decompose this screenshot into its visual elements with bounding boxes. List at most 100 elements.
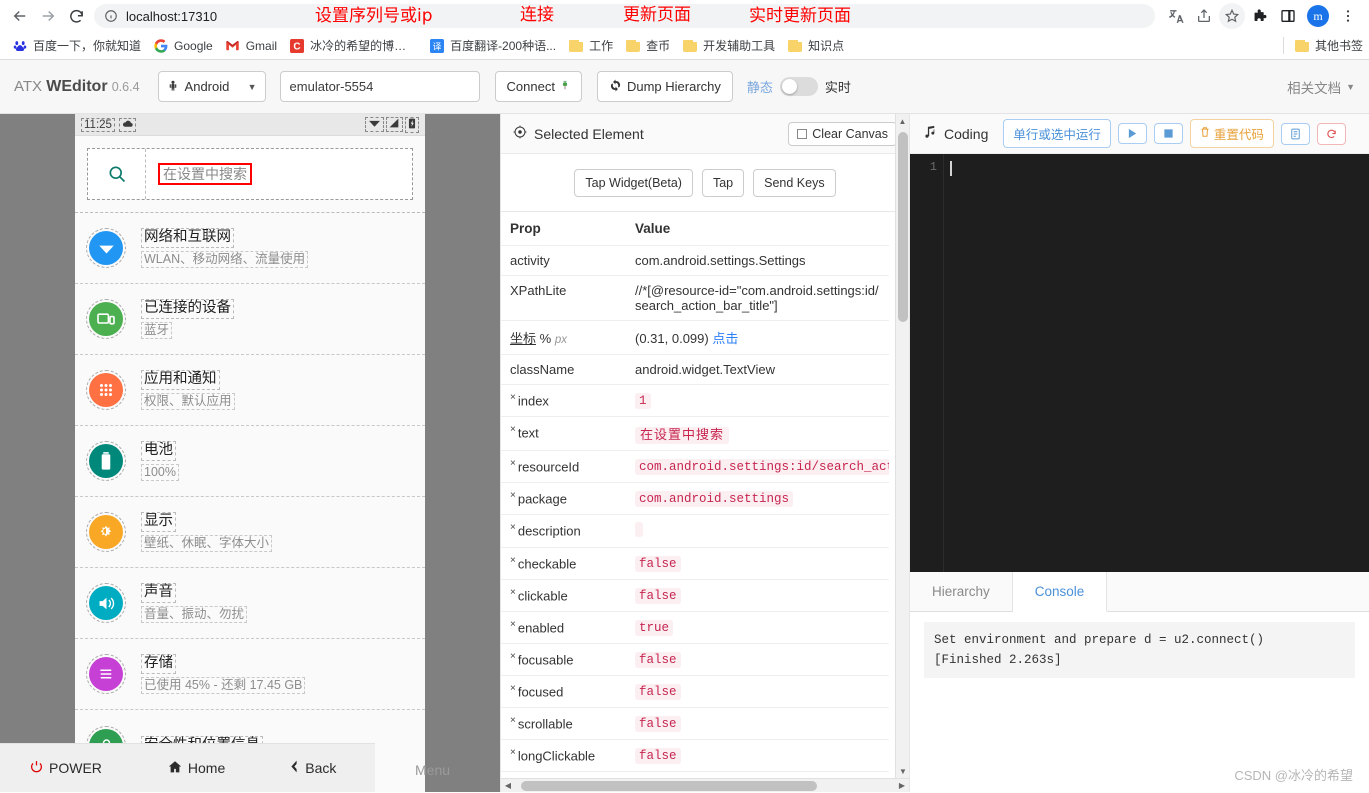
mode-toggle-switch[interactable] [780, 77, 818, 96]
table-row[interactable]: ×description [501, 515, 889, 548]
run-selection-button[interactable]: 单行或选中运行 [1003, 119, 1111, 148]
clear-canvas-checkbox[interactable] [797, 129, 807, 139]
properties-vertical-scrollbar[interactable]: ▲ ▼ [895, 114, 909, 778]
bookmark-folder[interactable]: 知识点 [781, 35, 850, 56]
prop-value: com.android.settings:id/search_action_ [626, 451, 889, 483]
prop-key: ×enabled [501, 612, 626, 644]
vertical-scroll-thumb[interactable] [898, 132, 908, 322]
copy-icon[interactable] [1281, 123, 1310, 145]
table-row[interactable]: 坐标 % px (0.31, 0.099) 点击 [501, 321, 889, 355]
settings-search-bar[interactable]: 在设置中搜索 [87, 148, 413, 200]
dump-hierarchy-button[interactable]: Dump Hierarchy [597, 71, 733, 102]
tab-console[interactable]: Console [1013, 572, 1108, 612]
cloud-icon [119, 118, 136, 132]
sidepanel-icon[interactable] [1275, 3, 1301, 29]
table-row[interactable]: ×focused false [501, 676, 889, 708]
share-icon[interactable] [1191, 3, 1217, 29]
clear-canvas-button[interactable]: Clear Canvas [788, 122, 897, 146]
translate-icon[interactable] [1163, 3, 1189, 29]
bookmark-item[interactable]: Google [147, 36, 219, 56]
other-bookmarks-button[interactable]: 其他书签 [1283, 37, 1363, 54]
bookmark-folder[interactable]: 查币 [619, 35, 676, 56]
home-button[interactable]: Home [168, 760, 225, 776]
bookmark-item[interactable]: C 冰冷的希望的博客_... [283, 35, 423, 56]
table-row[interactable]: ×scrollable false [501, 708, 889, 740]
table-row[interactable]: ×text 在设置中搜索 [501, 417, 889, 451]
platform-select[interactable]: Android ▼ [158, 71, 266, 102]
connect-button[interactable]: Connect [495, 71, 582, 102]
prop-key: ×resourceId [501, 451, 626, 483]
console-panel: Set environment and prepare d = u2.conne… [910, 612, 1369, 792]
table-row[interactable]: ×package com.android.settings [501, 483, 889, 515]
settings-row-apps[interactable]: 应用和通知 权限、默认应用 [75, 355, 425, 426]
table-row[interactable]: XPathLite //*[@resource-id="com.android.… [501, 276, 889, 321]
settings-row-storage[interactable]: 存储 已使用 45% - 还剩 17.45 GB [75, 639, 425, 710]
info-circle-icon[interactable] [104, 9, 118, 23]
mode-toggle-group[interactable]: 静态 实时 [747, 77, 851, 96]
power-button[interactable]: POWER [30, 760, 102, 776]
coord-click-link[interactable]: 点击 [712, 331, 738, 346]
table-row[interactable]: ×enabled true [501, 612, 889, 644]
bookmark-folder[interactable]: 工作 [562, 35, 619, 56]
reload-icon[interactable] [1317, 123, 1346, 145]
settings-row-connected-devices[interactable]: 已连接的设备 蓝牙 [75, 284, 425, 355]
menu-button[interactable]: Menu [415, 762, 450, 778]
three-dots-vertical-icon[interactable] [1335, 3, 1361, 29]
scroll-up-arrow[interactable]: ▲ [896, 114, 909, 128]
brand-prefix: ATX [14, 78, 46, 95]
scroll-down-arrow[interactable]: ▼ [896, 764, 910, 778]
avatar[interactable]: m [1307, 5, 1329, 27]
reload-icon[interactable] [62, 2, 90, 30]
reset-code-button[interactable]: 重置代码 [1190, 119, 1274, 148]
phone-screen[interactable]: 11:25 [75, 114, 425, 792]
tap-widget-button[interactable]: Tap Widget(Beta) [574, 169, 693, 197]
bookmark-item[interactable]: Gmail [219, 36, 283, 56]
scroll-right-arrow[interactable]: ▶ [895, 781, 909, 790]
table-row[interactable]: ×resourceId com.android.settings:id/sear… [501, 451, 889, 483]
bookmark-label: 查币 [646, 37, 670, 54]
settings-row-display[interactable]: 显示 壁纸、休眠、字体大小 [75, 497, 425, 568]
table-row[interactable]: ×focusable false [501, 644, 889, 676]
editor-code-area[interactable] [944, 154, 1369, 572]
settings-row-subtitle: 已使用 45% - 还剩 17.45 GB [141, 677, 305, 694]
battery-charging-icon [405, 117, 419, 133]
bottom-tabs: Hierarchy Console [910, 572, 1369, 612]
settings-row-network[interactable]: 网络和互联网 WLAN、移动网络、流量使用 [75, 213, 425, 284]
connect-button-label: Connect [507, 79, 555, 94]
tap-button[interactable]: Tap [702, 169, 744, 197]
google-icon [153, 38, 169, 54]
back-icon[interactable] [6, 2, 34, 30]
play-icon[interactable] [1118, 123, 1147, 144]
settings-row-sound[interactable]: 声音 音量、振动、勿扰 [75, 568, 425, 639]
star-icon[interactable] [1219, 3, 1245, 29]
power-icon [30, 760, 43, 776]
send-keys-button[interactable]: Send Keys [753, 169, 835, 197]
table-row[interactable]: ×longClickable false [501, 740, 889, 772]
bookmark-folder[interactable]: 开发辅助工具 [676, 35, 781, 56]
horizontal-scroll-thumb[interactable] [521, 781, 817, 791]
properties-horizontal-scrollbar[interactable]: ◀ ▶ [501, 778, 909, 792]
back-button[interactable]: Back [289, 760, 336, 776]
table-row[interactable]: ×checkable false [501, 548, 889, 580]
code-editor[interactable]: 1 [910, 154, 1369, 572]
stop-icon[interactable] [1154, 123, 1183, 144]
table-row[interactable]: className android.widget.TextView [501, 355, 889, 385]
bookmark-item[interactable]: 百度一下，你就知道 [6, 35, 147, 56]
arrow-right-icon[interactable] [34, 2, 62, 30]
android-statusbar: 11:25 [75, 114, 425, 136]
table-row[interactable]: activity com.android.settings.Settings [501, 246, 889, 276]
properties-scroll-region[interactable]: Prop Value activity com.android.settings… [501, 212, 909, 778]
settings-row-battery[interactable]: 电池 100% [75, 426, 425, 497]
battery-icon [89, 444, 123, 478]
serial-input[interactable]: emulator-5554 [280, 71, 480, 102]
scroll-left-arrow[interactable]: ◀ [501, 781, 515, 790]
storage-icon [89, 657, 123, 691]
bookmark-item[interactable]: 译 百度翻译-200种语... [423, 35, 562, 56]
tab-hierarchy[interactable]: Hierarchy [910, 572, 1013, 611]
related-docs-link[interactable]: 相关文档 ▼ [1287, 77, 1355, 97]
table-row[interactable]: ×index 1 [501, 385, 889, 417]
coding-pane: Coding 单行或选中运行 重置代码 [910, 114, 1369, 792]
mode-live-label: 实时 [825, 77, 851, 96]
extensions-icon[interactable] [1247, 3, 1273, 29]
table-row[interactable]: ×clickable false [501, 580, 889, 612]
